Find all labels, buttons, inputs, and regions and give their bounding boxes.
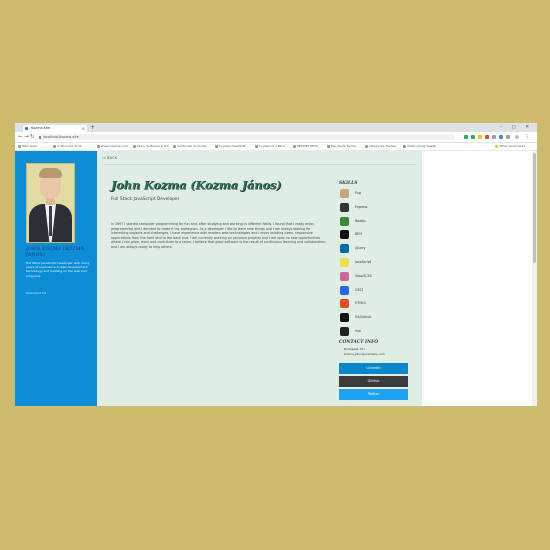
bem-icon (340, 230, 349, 240)
extension-icon[interactable] (492, 135, 496, 139)
back-arrow-icon[interactable]: ← (18, 133, 23, 141)
page-viewport: JOHN KOZMA (KOZMA JÁNOS) Full Stack Java… (15, 151, 537, 406)
browser-toolbar: ← → ↻ localhost/kozma.site ⋮ (15, 132, 537, 143)
extension-icon[interactable] (506, 135, 510, 139)
sidebar-link[interactable]: Download CV (26, 291, 46, 295)
extension-icon[interactable] (464, 135, 468, 139)
extension-icon[interactable] (471, 135, 475, 139)
forward-arrow-icon[interactable]: → (24, 133, 29, 141)
menu-kebab-icon[interactable]: ⋮ (525, 133, 531, 141)
skill-item: JavaScript (340, 258, 400, 268)
html5-icon (340, 299, 349, 309)
skill-item: Express (340, 202, 400, 213)
skill-item: Vue (340, 327, 400, 337)
git-icon (340, 313, 349, 323)
bookmark-item[interactable]: Web Apps (18, 143, 37, 150)
address-url: localhost/kozma.site (43, 135, 79, 139)
profile-sidebar: JOHN KOZMA (KOZMA JÁNOS) Full Stack Java… (15, 151, 97, 406)
skill-label: Express (355, 204, 368, 209)
skill-label: Git/Github (355, 315, 372, 320)
skill-label: HTML5 (355, 301, 366, 306)
close-tab-icon[interactable]: × (82, 125, 85, 132)
bookmark-item[interactable]: Cities Jobs Tracker (365, 143, 396, 150)
skill-item: Sass/SCSS (340, 271, 400, 282)
skill-label: BEM (355, 232, 362, 237)
bookmark-item[interactable]: Craftscode Scrip (53, 143, 82, 150)
css3-icon (340, 285, 349, 295)
bookmark-item[interactable]: PROMETHEUS (293, 143, 318, 150)
contact-button-twitter[interactable]: Twitter (339, 389, 408, 400)
express-icon (340, 202, 349, 212)
contact-button-linkedin[interactable]: LinkedIn (339, 363, 408, 374)
skill-label: Vue (355, 329, 361, 333)
scrollbar-thumb[interactable] (533, 153, 536, 263)
skills-heading: SKILLS (339, 181, 358, 186)
divider (103, 164, 416, 165)
profile-avatar-icon[interactable] (515, 135, 519, 139)
window-controls[interactable]: – ▢ ✕ (500, 123, 533, 132)
bookmark-item[interactable]: Dev Tools Trendy (327, 143, 356, 150)
back-link[interactable]: < BACK (103, 156, 117, 160)
page-title: John Kozma (Kozma János) (111, 178, 282, 192)
other-bookmarks[interactable]: Other bookmarks (495, 143, 525, 150)
skill-item: Git/Github (340, 313, 400, 323)
page-subtitle: Full Stack JavaScript Developer (111, 197, 180, 202)
skill-label: Pug (355, 191, 361, 195)
contact-email[interactable]: kozma.john@example.com (344, 352, 385, 356)
skill-label: Sass/SCSS (355, 273, 372, 278)
skill-label: JavaScript (355, 260, 371, 264)
tab-favicon-icon (25, 127, 28, 130)
sass-icon (340, 271, 349, 281)
bookmark-item[interactable]: Crylisbook | Baca (255, 143, 285, 150)
profile-photo (26, 163, 75, 243)
skill-item: CSS3 (340, 285, 400, 296)
address-bar[interactable]: localhost/kozma.site (37, 134, 455, 140)
skill-item: BEM (340, 230, 400, 240)
main-content: < BACK John Kozma (Kozma János) Full Sta… (97, 151, 422, 406)
skill-item: Nodejs (340, 216, 400, 227)
sidebar-name: JOHN KOZMA (KOZMA JÁNOS) (26, 247, 85, 258)
vue-icon (340, 327, 349, 336)
skill-label: CSS3 (355, 287, 364, 292)
nodejs-icon (340, 216, 349, 226)
tab-title: Kozma.site (31, 126, 51, 130)
contact-location: Budapest, HU (344, 347, 365, 351)
skill-item: Pug (340, 189, 400, 199)
skill-label: jQuery (355, 246, 366, 251)
about-paragraph: In 1997 I started computer programming f… (111, 222, 327, 249)
page-scrollbar[interactable] (532, 151, 537, 406)
bookmark-item[interactable]: Oskar Doing Sweet (403, 143, 436, 150)
tab-strip: Kozma.site × + – ▢ ✕ (15, 123, 537, 132)
skill-label: Nodejs (355, 218, 366, 223)
pug-icon (340, 189, 349, 198)
browser-window: Kozma.site × + – ▢ ✕ ← → ↻ localhost/koz… (15, 123, 537, 406)
bookmark-item[interactable]: Crystal ChessSoft (215, 143, 245, 150)
contact-heading: CONTACT INFO (339, 340, 379, 345)
lock-icon (39, 135, 41, 139)
bookmark-item[interactable]: Muro: Software & Pro (133, 143, 169, 150)
extension-icon[interactable] (485, 135, 489, 139)
bookmarks-bar: Web Apps Craftscode Scrip www.meetup.com… (15, 143, 537, 151)
contact-button-github[interactable]: GitHub (339, 376, 408, 387)
browser-tab[interactable]: Kozma.site × (23, 125, 87, 132)
extension-icon[interactable] (499, 135, 503, 139)
javascript-icon (340, 258, 349, 267)
extension-icon[interactable] (478, 135, 482, 139)
bookmark-item[interactable]: www.meetup.com (97, 143, 128, 150)
jquery-icon (340, 244, 349, 254)
reload-icon[interactable]: ↻ (30, 133, 35, 141)
sidebar-bio: Full Stack JavaScript Developer with man… (26, 261, 90, 278)
skill-item: HTML5 (340, 299, 400, 309)
bookmark-item[interactable]: Kurlfondal Accounts (173, 143, 207, 150)
skill-item: jQuery (340, 244, 400, 254)
new-tab-button[interactable]: + (90, 124, 95, 132)
